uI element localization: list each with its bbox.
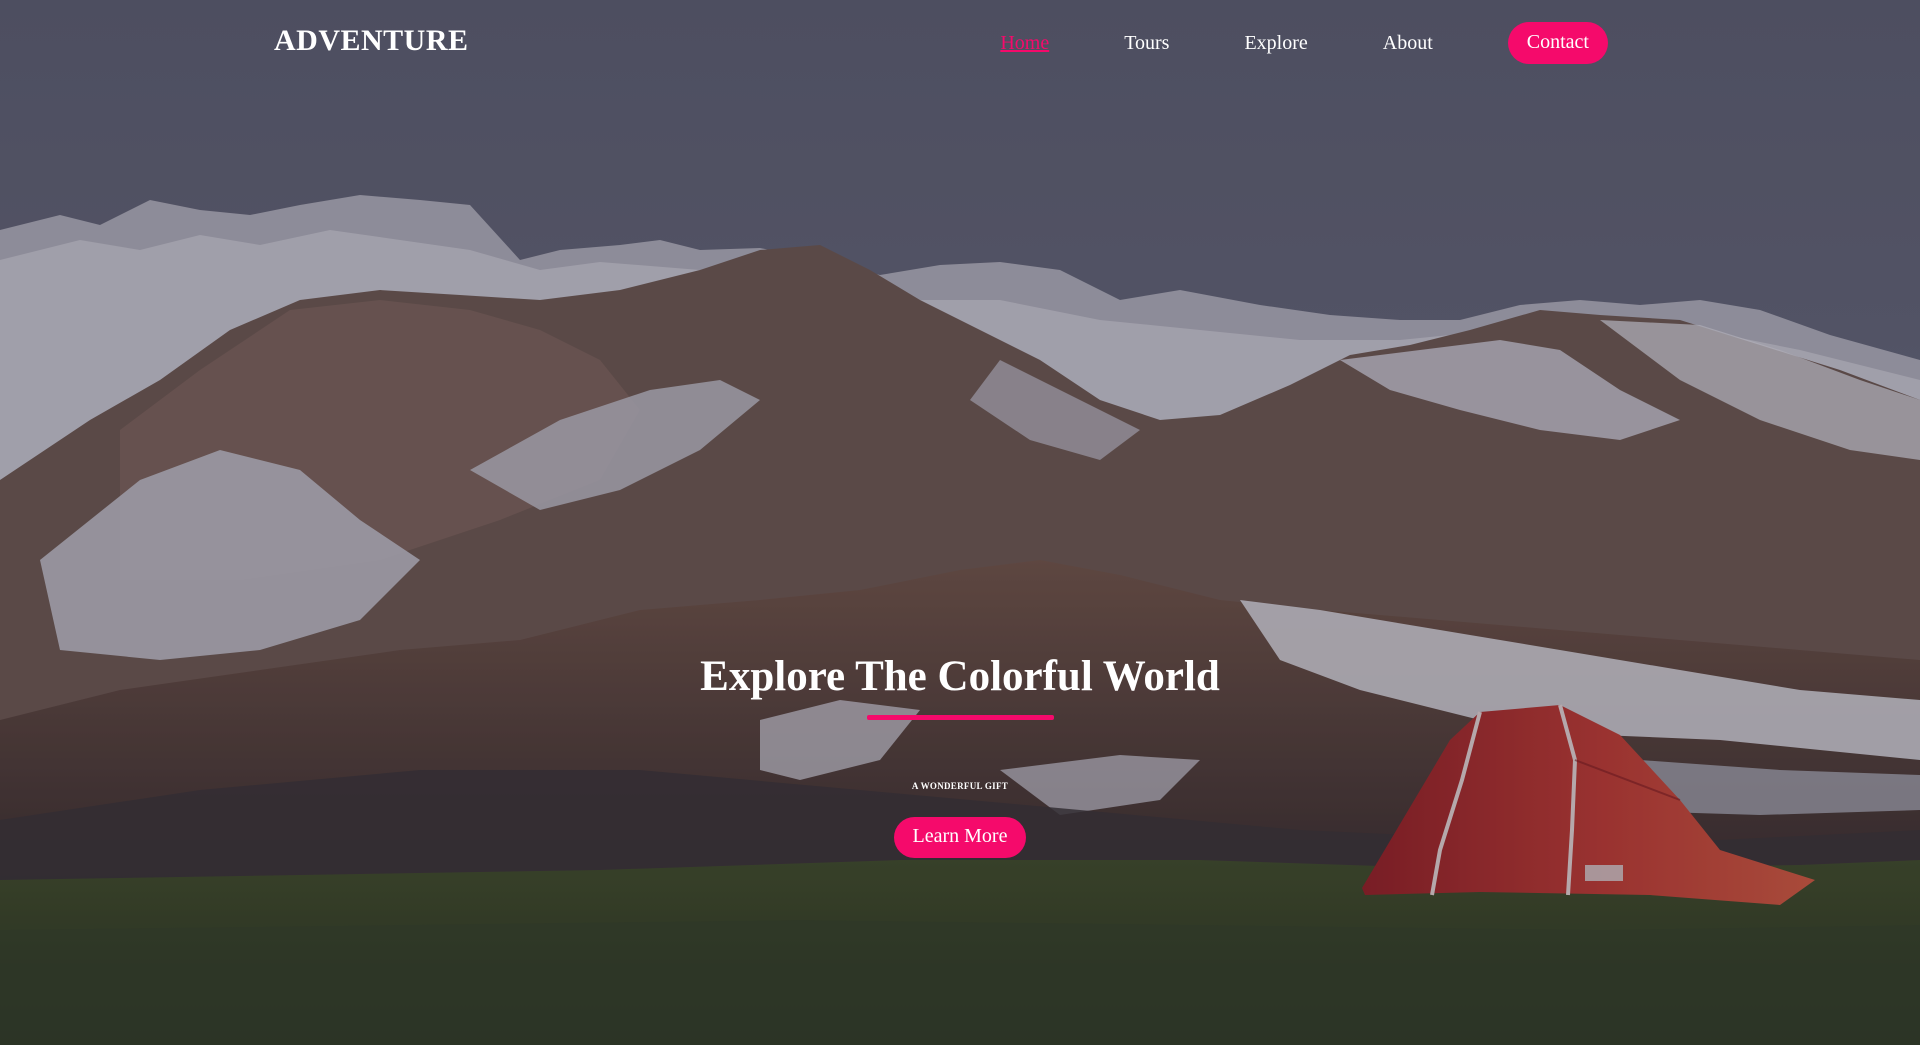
- hero-content: Explore The Colorful World A WONDERFUL G…: [0, 652, 1920, 858]
- nav-link-about[interactable]: About: [1383, 32, 1433, 55]
- hero-title: Explore The Colorful World: [700, 653, 1220, 700]
- nav-item-contact: Contact: [1507, 22, 1608, 64]
- contact-button[interactable]: Contact: [1507, 22, 1608, 64]
- landing-page: ADVENTURE Home Tours Explore About Conta…: [0, 0, 1920, 1045]
- nav-item-home: Home: [1000, 32, 1049, 55]
- nav-menu: Home Tours Explore About Contact: [925, 22, 1608, 64]
- nav-item-tours: Tours: [1124, 32, 1169, 55]
- nav-link-tours[interactable]: Tours: [1124, 32, 1169, 55]
- learn-more-button[interactable]: Learn More: [893, 817, 1027, 858]
- top-navbar: ADVENTURE Home Tours Explore About Conta…: [0, 0, 1920, 86]
- hero-subtitle: A WONDERFUL GIFT: [911, 781, 1009, 791]
- nav-item-explore: Explore: [1244, 32, 1307, 55]
- nav-link-explore[interactable]: Explore: [1244, 32, 1307, 55]
- title-underline-divider: [866, 715, 1054, 720]
- nav-link-home[interactable]: Home: [1000, 32, 1049, 55]
- nav-item-about: About: [1383, 32, 1433, 55]
- brand-logo[interactable]: ADVENTURE: [274, 24, 469, 58]
- hero-background-image: [0, 0, 1920, 1045]
